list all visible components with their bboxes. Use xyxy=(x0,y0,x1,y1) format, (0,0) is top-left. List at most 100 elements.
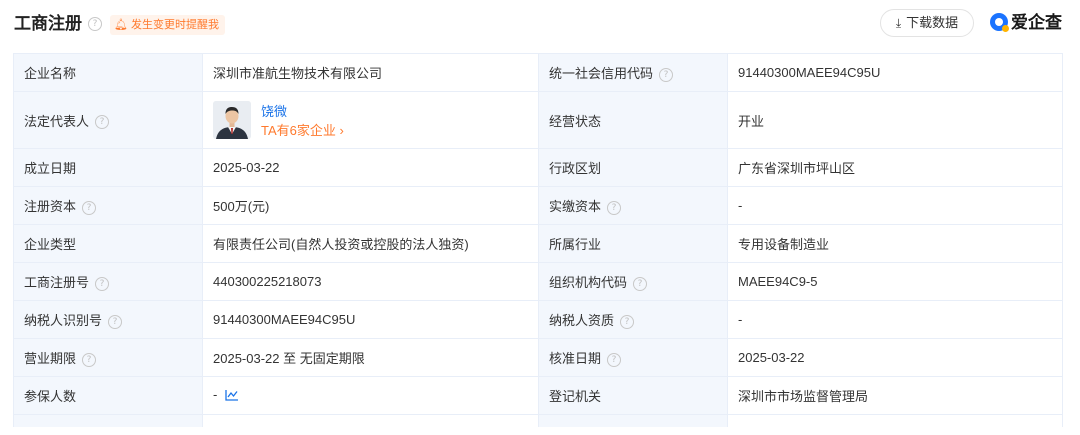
label-cell xyxy=(538,414,728,427)
taxpayer-qualification-value: - xyxy=(738,312,743,327)
value-cell xyxy=(727,414,1063,427)
table-row xyxy=(13,414,1063,427)
download-data-button[interactable]: ⤓ 下载数据 xyxy=(880,9,974,37)
help-icon[interactable]: ? xyxy=(607,200,622,215)
credit-code-label: 统一社会信用代码 xyxy=(549,66,654,81)
business-registration-table: 企业名称 深圳市准航生物技术有限公司 统一社会信用代码? 91440300MAE… xyxy=(13,53,1063,427)
table-row: 参保人数 - 登记机关 深圳市市场监督管理局 xyxy=(13,376,1063,415)
value-cell: - xyxy=(202,376,539,415)
region-value: 广东省深圳市坪山区 xyxy=(738,161,856,176)
value-cell: 广东省深圳市坪山区 xyxy=(727,148,1063,187)
value-cell: MAEE94C9-5 xyxy=(727,262,1063,301)
help-icon[interactable]: ? xyxy=(620,314,635,329)
label-cell: 核准日期? xyxy=(538,338,728,377)
brand-name: 爱企查 xyxy=(1011,13,1062,32)
table-row: 纳税人识别号? 91440300MAEE94C95U 纳税人资质? - xyxy=(13,300,1063,339)
operating-status-label: 经营状态 xyxy=(549,113,602,129)
help-icon[interactable]: ? xyxy=(607,352,622,367)
value-cell: 有限责任公司(自然人投资或控股的法人独资) xyxy=(202,224,539,263)
table-row: 企业类型 有限责任公司(自然人投资或控股的法人独资) 所属行业 专用设备制造业 xyxy=(13,224,1063,263)
region-label: 行政区划 xyxy=(549,161,602,176)
label-cell: 营业期限? xyxy=(13,338,203,377)
brand-logo-icon xyxy=(990,13,1009,32)
label-cell: 纳税人识别号? xyxy=(13,300,203,339)
legal-rep-companies-link[interactable]: TA有6家企业 › xyxy=(261,120,344,139)
insured-count-label: 参保人数 xyxy=(24,389,77,404)
company-name-label: 企业名称 xyxy=(24,66,77,81)
download-data-label: 下载数据 xyxy=(906,15,959,30)
label-cell: 经营状态 xyxy=(538,91,728,149)
avatar[interactable] xyxy=(213,101,251,139)
registered-capital-value: 500万(元) xyxy=(213,199,270,214)
table-row: 企业名称 深圳市准航生物技术有限公司 统一社会信用代码? 91440300MAE… xyxy=(13,53,1063,92)
help-icon[interactable]: ? xyxy=(82,352,97,367)
established-date-value: 2025-03-22 xyxy=(213,160,280,175)
value-cell: 91440300MAEE94C95U xyxy=(202,300,539,339)
trend-chart-icon[interactable] xyxy=(225,389,239,404)
help-icon[interactable]: ? xyxy=(659,67,674,82)
label-cell: 企业名称 xyxy=(13,53,203,92)
label-cell: 成立日期 xyxy=(13,148,203,187)
label-cell: 组织机构代码? xyxy=(538,262,728,301)
value-cell: 2025-03-22 至 无固定期限 xyxy=(202,338,539,377)
credit-code-value: 91440300MAEE94C95U xyxy=(738,65,881,80)
approval-date-value: 2025-03-22 xyxy=(738,350,805,365)
table-row: 营业期限? 2025-03-22 至 无固定期限 核准日期? 2025-03-2… xyxy=(13,338,1063,377)
org-code-value: MAEE94C9-5 xyxy=(738,274,818,289)
label-cell: 纳税人资质? xyxy=(538,300,728,339)
label-cell: 工商注册号? xyxy=(13,262,203,301)
help-icon[interactable]: ? xyxy=(82,200,97,215)
registration-authority-label: 登记机关 xyxy=(549,389,602,404)
paid-in-capital-value: - xyxy=(738,198,743,213)
help-icon[interactable]: ? xyxy=(108,314,123,329)
value-cell: - xyxy=(727,186,1063,225)
value-cell: 深圳市市场监督管理局 xyxy=(727,376,1063,415)
table-row: 法定代表人? 饶微 TA有6家企业 › 经营状态 开业 xyxy=(13,91,1063,149)
help-icon[interactable]: ? xyxy=(95,276,110,291)
label-cell xyxy=(13,414,203,427)
value-cell: 2025-03-22 xyxy=(727,338,1063,377)
business-term-label: 营业期限 xyxy=(24,351,77,366)
value-cell: 440300225218073 xyxy=(202,262,539,301)
value-cell: 深圳市准航生物技术有限公司 xyxy=(202,53,539,92)
label-cell: 统一社会信用代码? xyxy=(538,53,728,92)
value-cell: 开业 xyxy=(727,91,1063,149)
table-row: 注册资本? 500万(元) 实缴资本? - xyxy=(13,186,1063,225)
paid-in-capital-label: 实缴资本 xyxy=(549,199,602,214)
industry-value: 专用设备制造业 xyxy=(738,237,830,252)
insured-count-value: - xyxy=(213,387,218,403)
change-reminder-button[interactable]: 🔔︎ 发生变更时提醒我 xyxy=(110,15,225,35)
table-row: 工商注册号? 440300225218073 组织机构代码? MAEE94C9-… xyxy=(13,262,1063,301)
change-reminder-label: 发生变更时提醒我 xyxy=(130,19,219,31)
label-cell: 法定代表人? xyxy=(13,91,203,149)
label-cell: 企业类型 xyxy=(13,224,203,263)
taxpayer-id-value: 91440300MAEE94C95U xyxy=(213,312,356,327)
registered-capital-label: 注册资本 xyxy=(24,199,77,214)
value-cell: 饶微 TA有6家企业 › xyxy=(202,91,539,149)
business-term-value: 2025-03-22 至 无固定期限 xyxy=(213,351,365,366)
brand-logo: 爱企查 xyxy=(990,10,1062,36)
legal-rep-name-link[interactable]: 饶微 xyxy=(261,101,287,120)
table-row: 成立日期 2025-03-22 行政区划 广东省深圳市坪山区 xyxy=(13,148,1063,187)
label-cell: 所属行业 xyxy=(538,224,728,263)
taxpayer-id-label: 纳税人识别号 xyxy=(24,313,103,328)
company-name-value: 深圳市准航生物技术有限公司 xyxy=(213,66,383,81)
operating-status-value: 开业 xyxy=(738,113,765,129)
approval-date-label: 核准日期 xyxy=(549,351,602,366)
company-type-label: 企业类型 xyxy=(24,237,77,252)
taxpayer-qualification-label: 纳税人资质 xyxy=(549,313,615,328)
value-cell xyxy=(202,414,539,427)
legal-rep-block: 饶微 TA有6家企业 › xyxy=(213,98,528,142)
help-icon[interactable]: ? xyxy=(633,276,648,291)
registration-number-value: 440300225218073 xyxy=(213,274,322,289)
value-cell: 2025-03-22 xyxy=(202,148,539,187)
registration-authority-value: 深圳市市场监督管理局 xyxy=(738,389,869,404)
company-type-value: 有限责任公司(自然人投资或控股的法人独资) xyxy=(213,237,469,252)
label-cell: 实缴资本? xyxy=(538,186,728,225)
value-cell: - xyxy=(727,300,1063,339)
registration-number-label: 工商注册号 xyxy=(24,275,90,290)
label-cell: 参保人数 xyxy=(13,376,203,415)
help-icon[interactable]: ? xyxy=(95,115,110,130)
established-date-label: 成立日期 xyxy=(24,161,77,176)
help-icon[interactable]: ? xyxy=(88,17,102,31)
